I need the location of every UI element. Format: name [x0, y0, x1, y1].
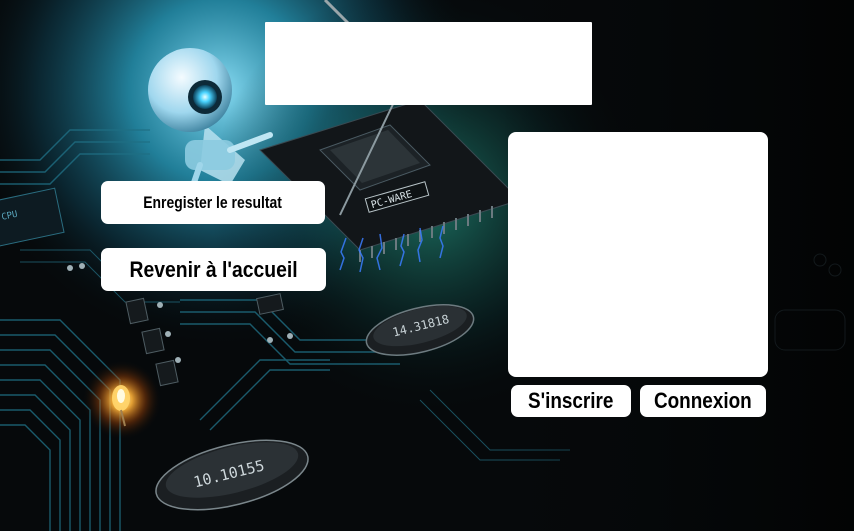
login-label: Connexion [654, 388, 752, 413]
save-result-button[interactable]: Enregister le resultat [101, 181, 325, 224]
login-button[interactable]: Connexion [640, 385, 766, 417]
save-result-label: Enregister le resultat [143, 192, 283, 212]
sign-up-button[interactable]: S'inscrire [511, 385, 631, 417]
title-panel [265, 22, 592, 105]
back-home-label: Revenir à l'accueil [129, 256, 298, 282]
side-panel [508, 132, 768, 377]
back-home-button[interactable]: Revenir à l'accueil [101, 248, 326, 291]
sign-up-label: S'inscrire [528, 388, 614, 413]
